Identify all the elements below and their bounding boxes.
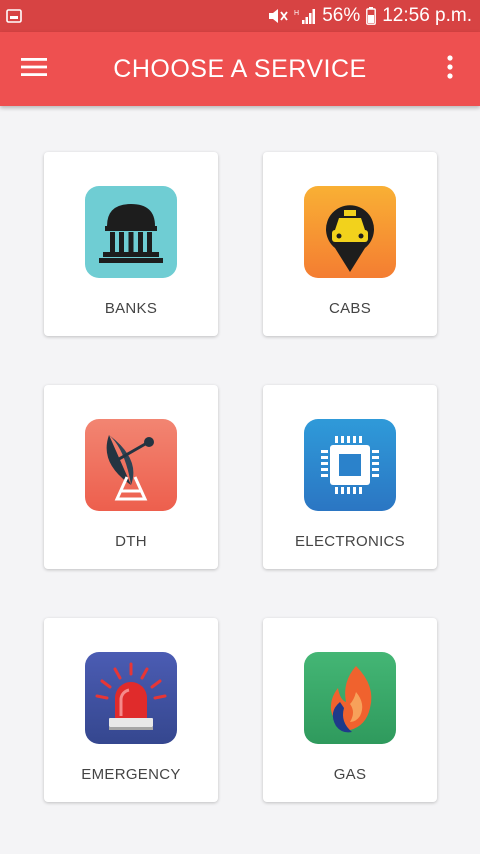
service-card-emergency[interactable]: EMERGENCY (44, 618, 218, 802)
flame-icon (304, 652, 396, 744)
page-title: CHOOSE A SERVICE (113, 55, 367, 83)
service-label: GAS (333, 766, 367, 783)
mute-icon (266, 8, 288, 24)
service-card-dth[interactable]: DTH (44, 385, 218, 569)
service-card-banks[interactable]: BANKS (44, 152, 218, 336)
service-label: ELECTRONICS (295, 533, 405, 550)
status-time: 12:56 p.m. (382, 5, 472, 26)
more-vert-icon (446, 54, 454, 84)
battery-icon (366, 7, 377, 25)
satellite-dish-icon (85, 419, 177, 511)
service-card-gas[interactable]: GAS (263, 618, 437, 802)
taxi-location-icon (304, 186, 396, 278)
gallery-icon (6, 8, 22, 24)
service-label: DTH (115, 533, 147, 550)
bank-icon (85, 186, 177, 278)
svg-text:H: H (294, 10, 299, 17)
service-card-cabs[interactable]: CABS (263, 152, 437, 336)
service-label: BANKS (104, 300, 158, 317)
more-options-button[interactable] (420, 32, 480, 106)
chip-icon (304, 419, 396, 511)
service-card-electronics[interactable]: ELECTRONICS (263, 385, 437, 569)
battery-percent: 56% (322, 5, 361, 26)
app-bar: CHOOSE A SERVICE (0, 32, 480, 106)
status-bar: H 56% 12:56 p.m. (0, 0, 480, 32)
menu-icon (21, 57, 47, 82)
signal-icon: H (294, 8, 316, 24)
siren-icon (85, 652, 177, 744)
service-label: CABS (328, 300, 372, 317)
service-label: EMERGENCY (81, 766, 181, 783)
menu-button[interactable] (4, 32, 64, 106)
